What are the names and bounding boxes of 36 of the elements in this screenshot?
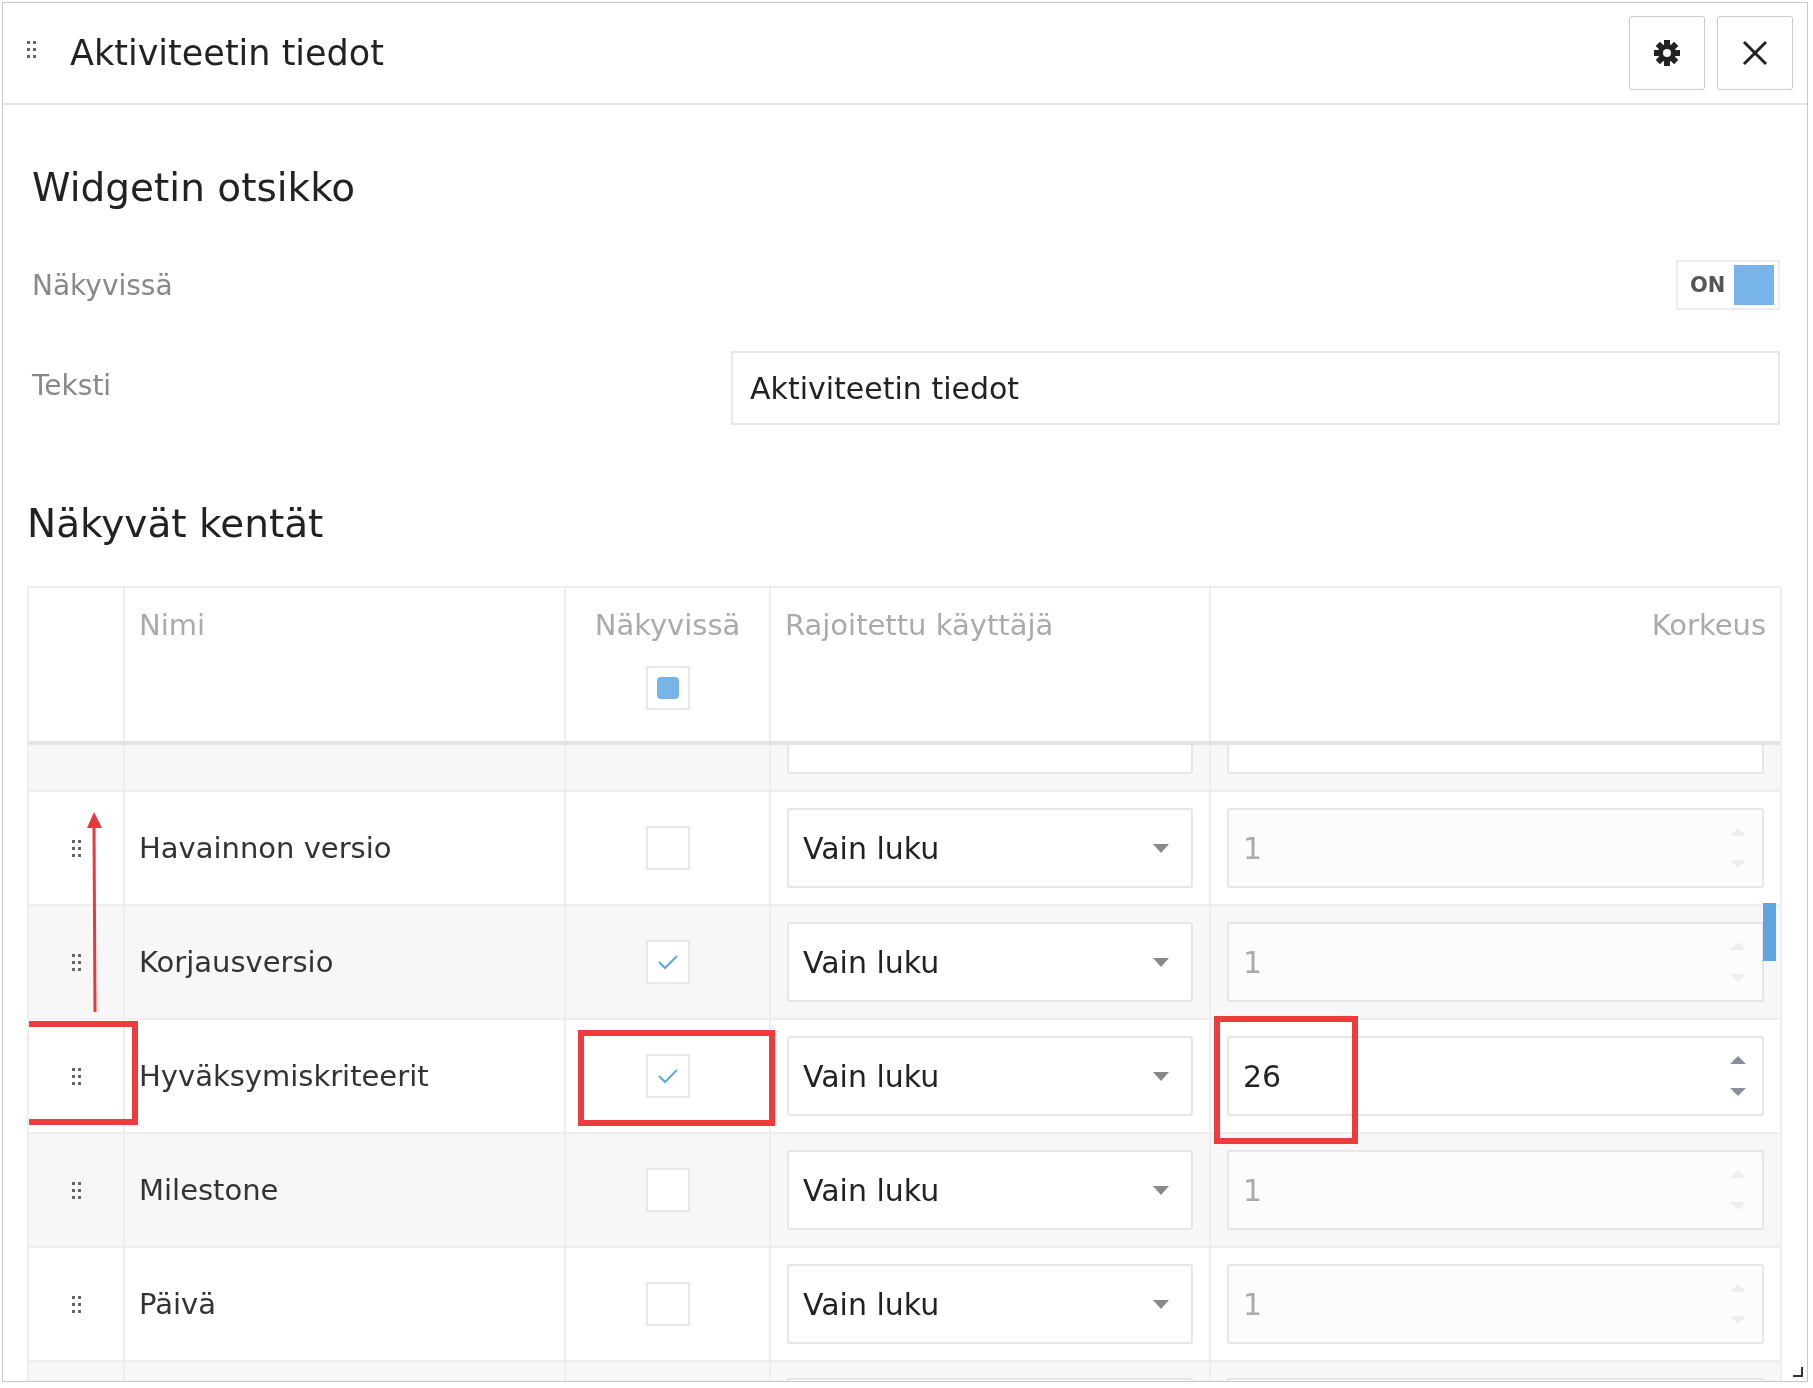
- column-header: Korkeus: [1651, 608, 1766, 642]
- column-header: Näkyvissä: [594, 608, 741, 642]
- close-button[interactable]: [1717, 16, 1793, 90]
- section-heading: Widgetin otsikko: [32, 164, 357, 212]
- access-dropdown[interactable]: Vain luku: [787, 1036, 1193, 1116]
- caret-icon: [1153, 843, 1169, 853]
- caret-icon: [1153, 957, 1169, 967]
- caret-icon: [1153, 1071, 1169, 1081]
- select-all-checkbox[interactable]: [645, 666, 690, 710]
- setting-label: Näkyvissä: [32, 268, 173, 302]
- caret-icon: [1153, 1185, 1169, 1195]
- window-title: Aktiviteetin tiedot: [70, 33, 384, 73]
- settings-button[interactable]: [1629, 16, 1705, 90]
- toggle-switch[interactable]: ON: [1676, 260, 1780, 310]
- field-name: Päivä: [139, 1287, 216, 1321]
- caret-icon: [1153, 1299, 1169, 1309]
- checkmark-icon: [656, 1068, 679, 1084]
- drag-handle-icon[interactable]: [71, 1067, 81, 1085]
- field-name: Milestone: [139, 1173, 279, 1207]
- settings-icon: [1653, 39, 1681, 67]
- text-field[interactable]: Aktiviteetin tiedot: [731, 351, 1780, 425]
- scrollbar-thumb[interactable]: [1763, 903, 1776, 961]
- field-name: Havainnon versio: [139, 831, 392, 865]
- checkmark-icon: [656, 954, 679, 970]
- height-field[interactable]: 26: [1227, 1036, 1764, 1116]
- column-header: Rajoitettu käyttäjä: [785, 608, 1055, 642]
- column-header: Nimi: [139, 608, 207, 642]
- section-heading: Näkyvät kentät: [27, 500, 325, 548]
- spinner-arrows-icon: [1730, 1056, 1746, 1096]
- field-name: Hyväksymiskriteerit: [139, 1059, 429, 1093]
- visible-checkbox[interactable]: [645, 1054, 690, 1098]
- resize-handle-icon[interactable]: [1793, 1367, 1803, 1377]
- setting-label: Teksti: [32, 369, 112, 402]
- drag-handle-icon[interactable]: [27, 40, 36, 58]
- field-name: Korjausversio: [139, 945, 334, 979]
- close-icon: [1741, 39, 1769, 67]
